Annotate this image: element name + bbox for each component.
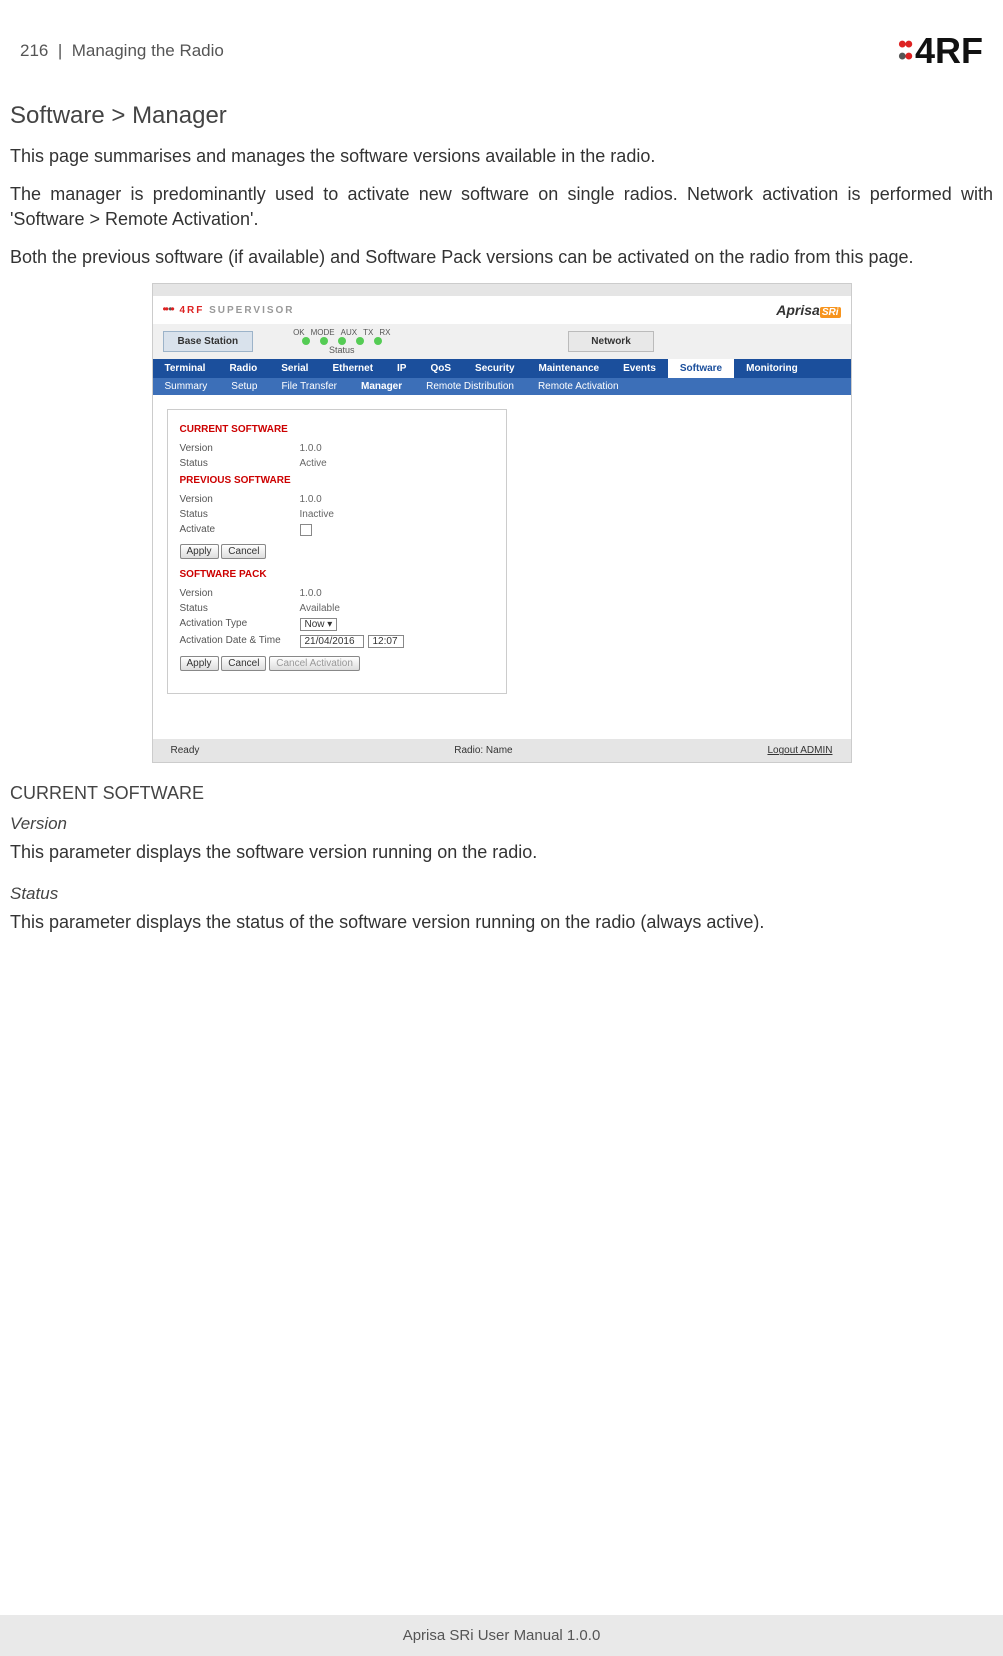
nav-terminal[interactable]: Terminal: [153, 359, 218, 378]
supervisor-label: SUPERVISOR: [209, 305, 294, 316]
logo-dots-icon: •• ••: [898, 39, 911, 63]
current-status-value: Active: [300, 458, 327, 469]
led-icon: [356, 337, 364, 345]
activation-time-input[interactable]: 12:07: [368, 635, 404, 648]
version-heading: Version: [10, 814, 993, 834]
intro-p1: This page summarises and manages the sof…: [10, 144, 993, 168]
cancel-activation-button[interactable]: Cancel Activation: [269, 656, 360, 671]
nav-monitoring[interactable]: Monitoring: [734, 359, 810, 378]
intro-p3: Both the previous software (if available…: [10, 245, 993, 269]
current-software-header: CURRENT SOFTWARE: [180, 424, 494, 435]
nav-serial[interactable]: Serial: [269, 359, 320, 378]
page-number: 216: [20, 41, 48, 60]
status-heading: Status: [10, 884, 993, 904]
led-label-rx: RX: [379, 328, 390, 337]
software-panel: CURRENT SOFTWARE Version1.0.0 StatusActi…: [167, 409, 507, 694]
header-section: Managing the Radio: [72, 41, 224, 60]
activation-type-value: Now: [305, 619, 325, 630]
led-icon: [338, 337, 346, 345]
label-activate: Activate: [180, 524, 300, 536]
nav-security[interactable]: Security: [463, 359, 526, 378]
activation-date-input[interactable]: 21/04/2016: [300, 635, 364, 648]
label-status: Status: [180, 603, 300, 614]
software-pack-header: SOFTWARE PACK: [180, 569, 494, 580]
intro-p2: The manager is predominantly used to act…: [10, 182, 993, 231]
prev-version-value: 1.0.0: [300, 494, 322, 505]
label-version: Version: [180, 588, 300, 599]
status-text: This parameter displays the status of th…: [10, 910, 993, 934]
subnav-filetransfer[interactable]: File Transfer: [269, 378, 349, 395]
sub-nav: Summary Setup File Transfer Manager Remo…: [153, 378, 851, 395]
nav-ip[interactable]: IP: [385, 359, 418, 378]
subnav-manager[interactable]: Manager: [349, 378, 414, 395]
embedded-screenshot: •• •• 4RF SUPERVISOR AprisaSRi Base Stat…: [152, 283, 852, 763]
current-version-value: 1.0.0: [300, 443, 322, 454]
subnav-remote-act[interactable]: Remote Activation: [526, 378, 631, 395]
led-icon: [374, 337, 382, 345]
aprisa-text: Aprisa: [776, 302, 820, 318]
network-button[interactable]: Network: [568, 331, 653, 352]
activate-checkbox[interactable]: [300, 524, 312, 536]
brand-logo: •• •• 4RF: [898, 30, 983, 72]
status-label: Status: [329, 345, 355, 355]
status-leds: OK MODE AUX TX RX Status: [293, 328, 390, 355]
status-ready: Ready: [171, 745, 200, 756]
pack-status-value: Available: [300, 603, 340, 614]
previous-software-header: PREVIOUS SOFTWARE: [180, 475, 494, 486]
subnav-summary[interactable]: Summary: [153, 378, 220, 395]
label-status: Status: [180, 509, 300, 520]
aprisa-suffix: SRi: [820, 307, 841, 318]
supervisor-dots-icon: •• ••: [163, 306, 173, 312]
header-sep: |: [53, 41, 72, 60]
logout-link[interactable]: Logout ADMIN: [767, 745, 832, 756]
led-label-ok: OK: [293, 328, 305, 337]
cancel-button[interactable]: Cancel: [221, 656, 266, 671]
led-label-mode: MODE: [311, 328, 335, 337]
radio-name: Radio: Name: [454, 745, 512, 756]
aprisa-logo: AprisaSRi: [776, 302, 840, 318]
footer-text: Aprisa SRi User Manual 1.0.0: [403, 1627, 601, 1644]
label-version: Version: [180, 443, 300, 454]
activation-type-select[interactable]: Now ▾: [300, 618, 338, 631]
base-station-button[interactable]: Base Station: [163, 331, 254, 352]
apply-button[interactable]: Apply: [180, 656, 219, 671]
subnav-setup[interactable]: Setup: [219, 378, 269, 395]
nav-ethernet[interactable]: Ethernet: [320, 359, 385, 378]
nav-software[interactable]: Software: [668, 359, 734, 378]
led-icon: [302, 337, 310, 345]
prev-status-value: Inactive: [300, 509, 334, 520]
pack-version-value: 1.0.0: [300, 588, 322, 599]
label-version: Version: [180, 494, 300, 505]
current-software-title: CURRENT SOFTWARE: [10, 783, 993, 804]
version-text: This parameter displays the software ver…: [10, 840, 993, 864]
nav-events[interactable]: Events: [611, 359, 668, 378]
nav-radio[interactable]: Radio: [217, 359, 269, 378]
nav-maintenance[interactable]: Maintenance: [527, 359, 612, 378]
page-header: 216 | Managing the Radio •• •• 4RF: [10, 30, 993, 72]
subnav-remote-dist[interactable]: Remote Distribution: [414, 378, 526, 395]
label-activation-datetime: Activation Date & Time: [180, 635, 300, 648]
led-label-aux: AUX: [341, 328, 357, 337]
header-left: 216 | Managing the Radio: [20, 41, 224, 61]
label-activation-type: Activation Type: [180, 618, 300, 631]
page-footer: Aprisa SRi User Manual 1.0.0: [0, 1615, 1003, 1656]
supervisor-logo: •• •• 4RF SUPERVISOR: [163, 305, 295, 316]
apply-button[interactable]: Apply: [180, 544, 219, 559]
label-status: Status: [180, 458, 300, 469]
cancel-button[interactable]: Cancel: [221, 544, 266, 559]
nav-qos[interactable]: QoS: [418, 359, 463, 378]
brand-text: 4RF: [915, 30, 983, 72]
page-title: Software > Manager: [10, 102, 993, 130]
led-icon: [320, 337, 328, 345]
led-label-tx: TX: [363, 328, 373, 337]
main-nav: Terminal Radio Serial Ethernet IP QoS Se…: [153, 359, 851, 378]
